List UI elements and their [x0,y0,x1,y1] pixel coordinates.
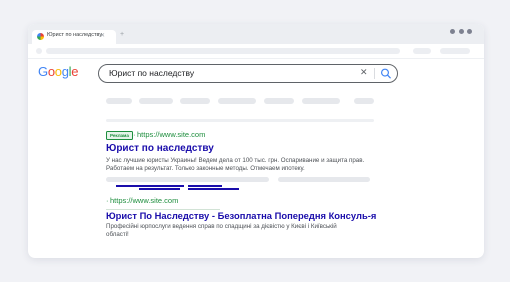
close-icon[interactable]: ✕ [360,67,368,78]
tab-placeholder[interactable] [139,98,173,104]
search-divider [374,68,375,79]
window-control-dot[interactable] [450,29,455,34]
logo-letter: o [47,64,55,79]
search-box[interactable]: Юрист по наследству ✕ [98,64,398,83]
result-url[interactable]: https://www.site.com [137,130,205,139]
sitelink-bar[interactable] [188,188,239,190]
ad-badge: Реклама [106,131,133,140]
tab-placeholder[interactable] [354,98,374,104]
result-snippet: Професійні юрпослуги ведення справ по сп… [106,223,337,239]
search-icon[interactable] [379,67,393,80]
result-url-prefix: · [106,196,109,205]
sitelink-placeholder [278,177,370,182]
plus-icon[interactable]: + [120,31,124,38]
browser-toolbar [28,44,484,58]
tab-placeholder[interactable] [218,98,256,104]
window-control-dot[interactable] [467,29,472,34]
browser-window: Юрист по наследству ✕ + Google Юрист по … [28,24,484,258]
result-snippet: У нас лучшие юристы Украины! Ведем дела … [106,157,364,173]
snippet-line: Професійні юрпослуги ведення справ по сп… [106,223,337,230]
result-title[interactable]: Юрист По Наследству - Безоплатна Поперед… [106,210,376,221]
tab-title: Юрист по наследству [47,32,103,38]
sitelink-bar[interactable] [116,185,184,187]
snippet-line: Работаем на результат. Только законные м… [106,165,305,173]
sitelink-placeholder [106,177,269,182]
search-input[interactable]: Юрист по наследству [109,68,194,78]
toolbar-divider [28,58,484,59]
browser-tab[interactable]: Юрист по наследству ✕ [32,30,116,44]
logo-letter: o [54,64,62,79]
logo-letter: e [71,64,79,79]
nav-button-placeholder[interactable] [36,48,42,54]
google-logo[interactable]: Google [38,64,78,79]
result-stats-placeholder [106,119,374,122]
window-control-dot[interactable] [458,29,464,34]
close-icon[interactable]: ✕ [100,32,105,39]
toolbar-button-placeholder[interactable] [413,48,431,54]
tab-placeholder[interactable] [106,98,132,104]
tab-placeholder[interactable] [264,98,294,104]
tab-placeholder[interactable] [302,98,340,104]
logo-letter: G [38,64,48,79]
address-bar-placeholder[interactable] [46,48,400,54]
window-controls [450,29,472,34]
browser-titlebar: Юрист по наследству ✕ + [28,24,484,44]
logo-letter: g [61,64,69,79]
snippet-line: області! [106,231,129,239]
result-url-prefix: · [133,130,136,139]
toolbar-button-placeholder[interactable] [440,48,470,54]
snippet-line: У нас лучшие юристы Украины! Ведем дела … [106,157,365,164]
sitelink-bar[interactable] [139,188,180,190]
sitelink-bar[interactable] [188,185,222,187]
google-favicon-icon [37,33,44,40]
result-url[interactable]: https://www.site.com [110,196,178,205]
tab-placeholder[interactable] [180,98,210,104]
result-title[interactable]: Юрист по наследству [106,143,214,154]
